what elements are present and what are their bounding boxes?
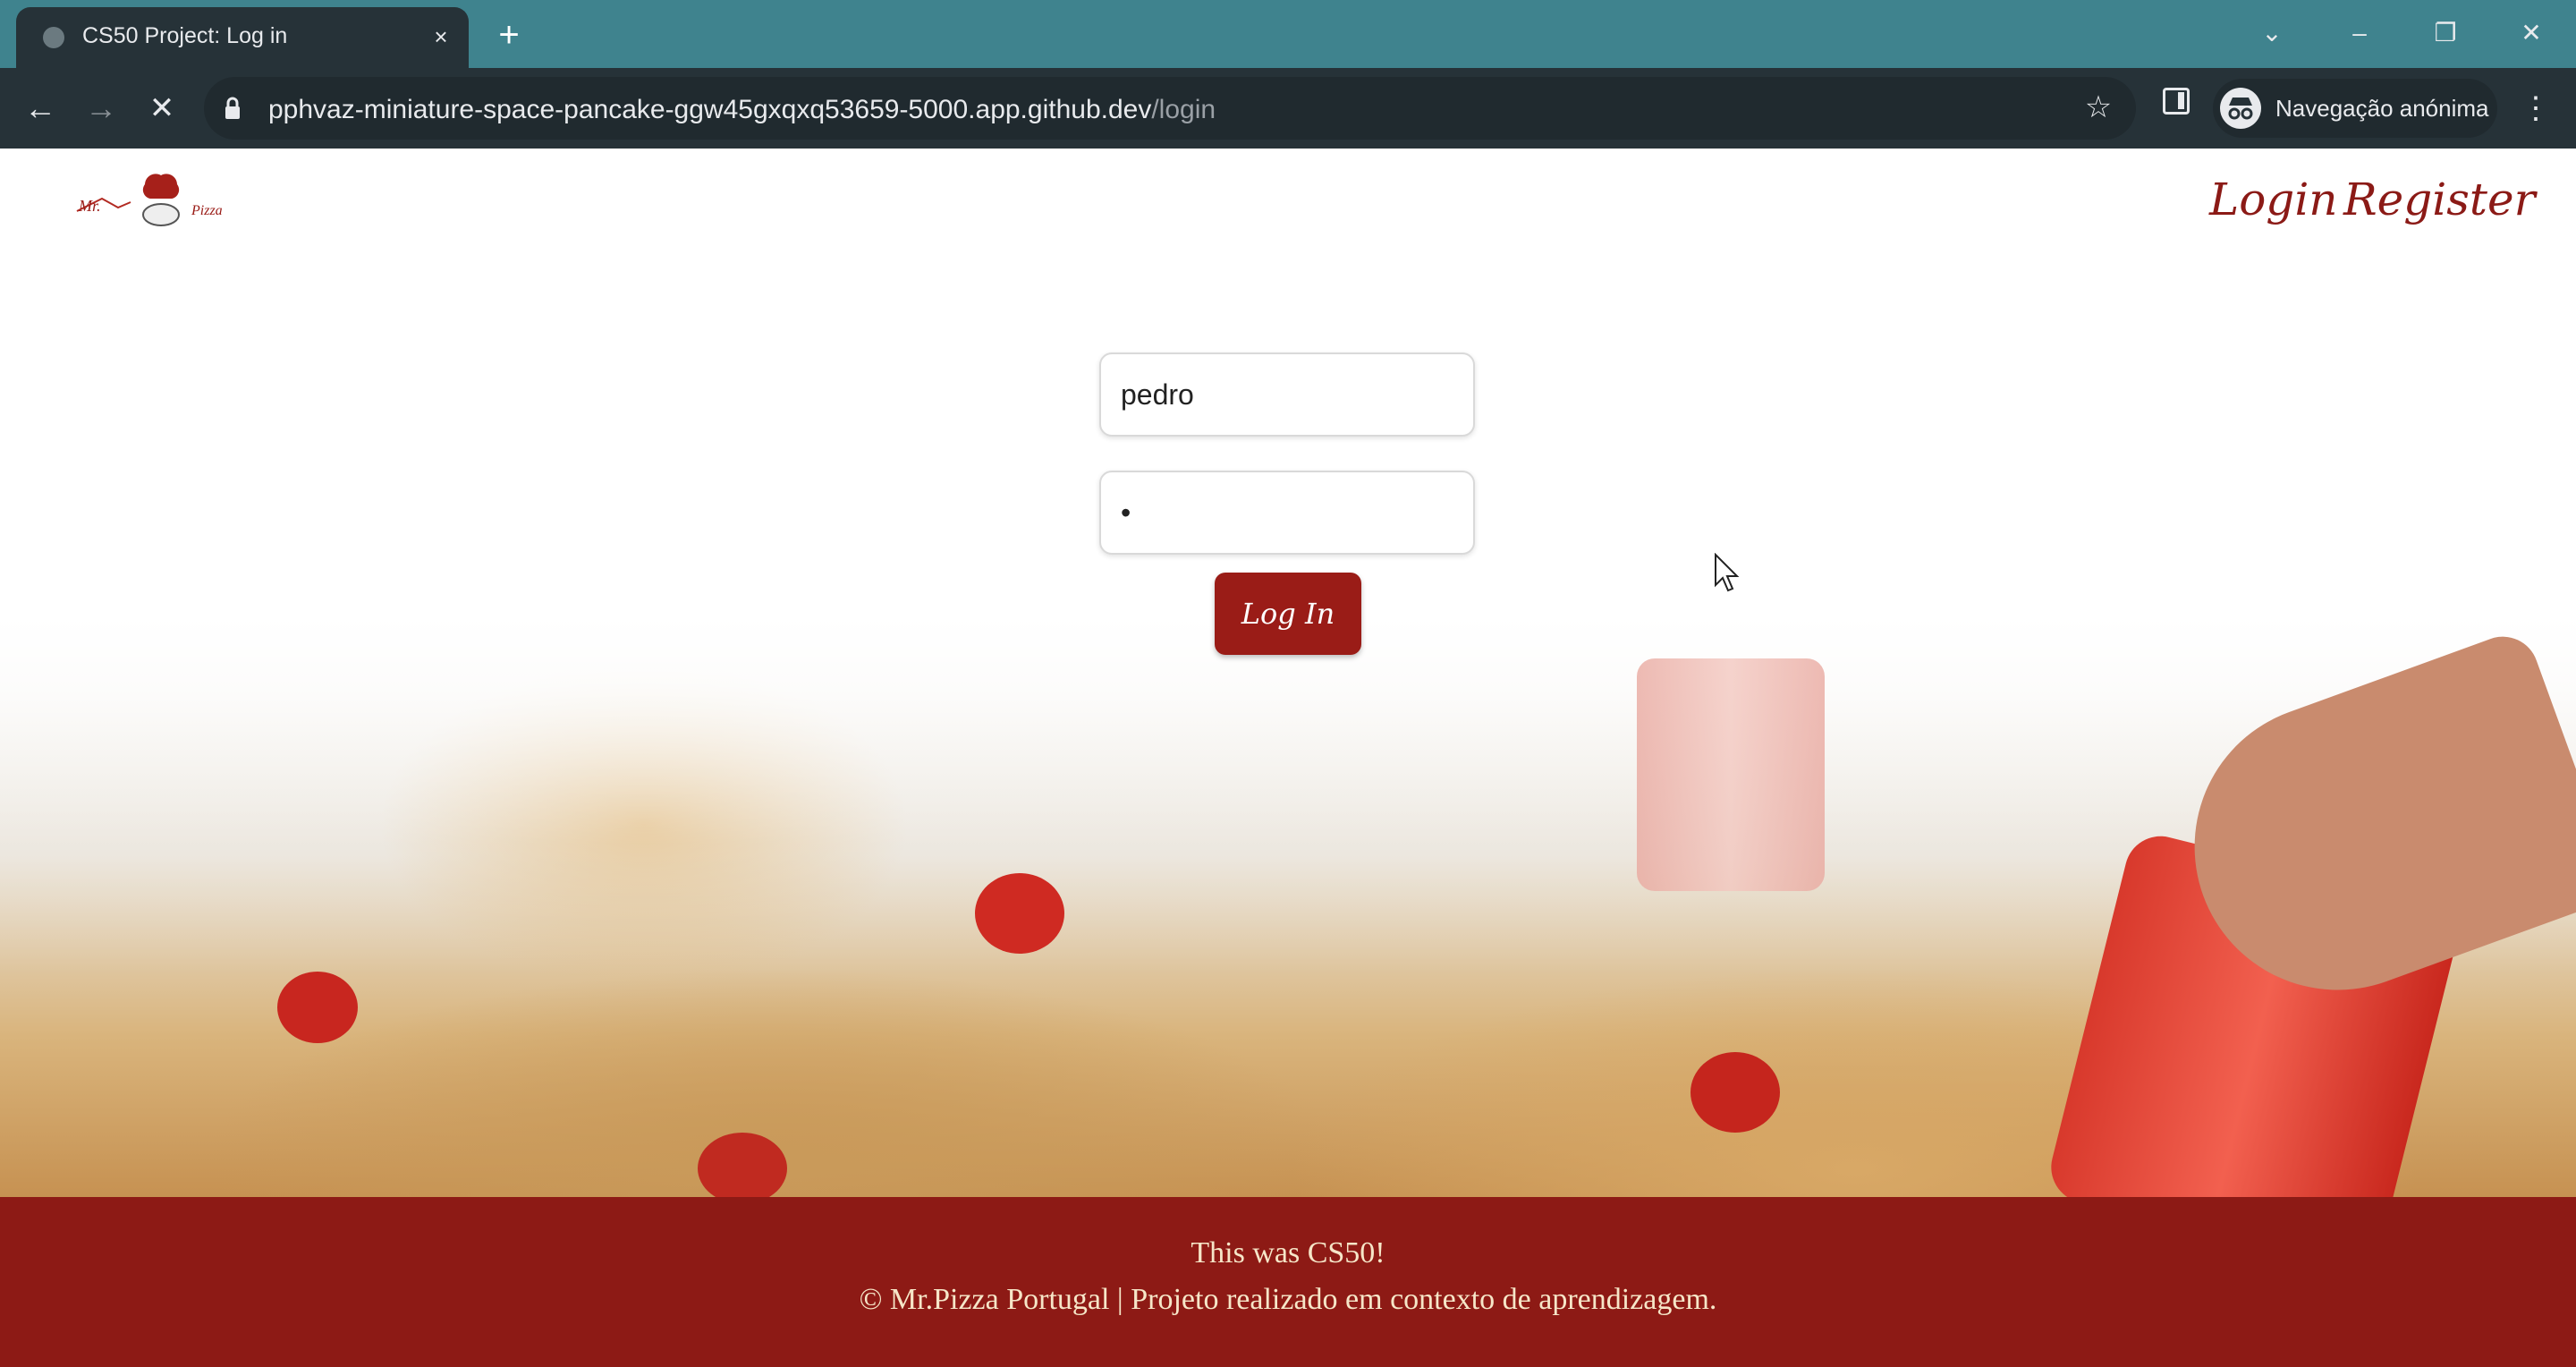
incognito-icon <box>2220 88 2261 129</box>
browser-menu-icon[interactable]: ⋮ <box>2521 86 2551 131</box>
password-input[interactable] <box>1099 471 1475 555</box>
tab-close-icon[interactable]: × <box>426 21 456 52</box>
incognito-indicator[interactable]: Navegação anónima <box>2213 79 2497 138</box>
footer-copyright: © Mr.Pizza Portugal | Projeto realizado … <box>859 1283 1717 1316</box>
footer-title: This was CS50! <box>1191 1236 1385 1269</box>
logo-text-right: Pizza <box>191 203 223 218</box>
tomato-decoration <box>975 873 1064 954</box>
mr-pizza-logo[interactable]: Mr. Pizza <box>75 168 245 233</box>
minimize-button[interactable]: – <box>2333 11 2386 55</box>
tab-title: CS50 Project: Log in <box>82 23 288 48</box>
address-bar[interactable]: pphvaz-miniature-space-pancake-ggw45gxqx… <box>204 77 2136 140</box>
browser-tab-strip: CS50 Project: Log in × + ⌄ – ❐ ✕ <box>0 0 2576 68</box>
incognito-label: Navegação anónima <box>2275 95 2489 122</box>
back-button[interactable]: ← <box>18 86 63 131</box>
tomato-decoration <box>1690 1052 1780 1133</box>
logo-text-left: Mr. <box>78 197 101 215</box>
restore-button[interactable]: ❐ <box>2419 11 2472 55</box>
nav-login-link[interactable]: Login <box>2209 174 2338 225</box>
new-tab-button[interactable]: + <box>490 16 528 54</box>
close-window-button[interactable]: ✕ <box>2504 11 2558 55</box>
url-text: pphvaz-miniature-space-pancake-ggw45gxqx… <box>268 95 1216 125</box>
url-host: pphvaz-miniature-space-pancake-ggw45gxqx… <box>268 95 1152 124</box>
log-in-button[interactable]: Log In <box>1215 573 1361 655</box>
side-panel-icon[interactable] <box>2163 88 2190 115</box>
mouse-cursor-icon <box>1715 553 1740 592</box>
username-input[interactable] <box>1099 352 1475 437</box>
web-page: Mr. Pizza Login Register Log In This was… <box>0 149 2576 1367</box>
tomato-decoration <box>698 1133 787 1204</box>
tab-favicon-icon <box>43 27 64 48</box>
energy-drink-can-background <box>1637 658 1825 891</box>
url-path: /login <box>1151 95 1216 124</box>
nav-register-link[interactable]: Register <box>2343 174 2535 225</box>
stop-loading-button[interactable]: ✕ <box>140 86 184 131</box>
tab-search-dropdown-icon[interactable]: ⌄ <box>2245 11 2299 55</box>
browser-tab[interactable]: CS50 Project: Log in × <box>16 7 469 68</box>
pizza-background-image <box>0 614 2576 1320</box>
lock-icon[interactable] <box>224 97 242 120</box>
forward-button[interactable]: → <box>79 86 123 131</box>
browser-toolbar: ← → ✕ pphvaz-miniature-space-pancake-ggw… <box>0 68 2576 149</box>
site-footer: This was CS50! © Mr.Pizza Portugal | Pro… <box>0 1197 2576 1367</box>
tomato-decoration <box>277 972 358 1043</box>
bookmark-star-icon[interactable]: ☆ <box>2080 89 2116 125</box>
